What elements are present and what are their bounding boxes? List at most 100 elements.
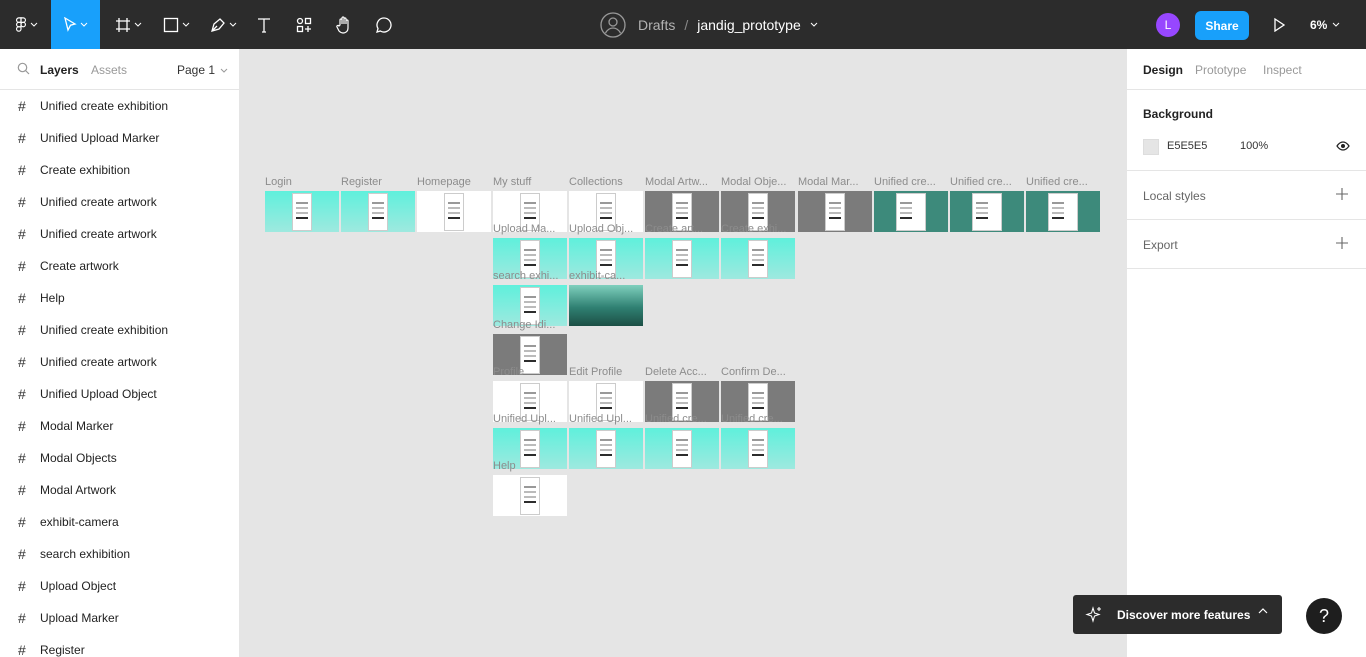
frame-label[interactable]: Profile [493,366,567,378]
chevron-down-icon[interactable] [810,22,818,27]
tab-prototype[interactable]: Prototype [1195,63,1246,77]
frame-label[interactable]: Login [265,176,339,188]
layer-item[interactable]: # Unified create artwork [0,218,239,250]
drafts-link[interactable]: Drafts [638,17,675,33]
resources-tool-button[interactable] [290,0,318,49]
frame-thumbnail[interactable] [721,238,795,279]
frame-label[interactable]: Delete Acc... [645,366,719,378]
layer-item[interactable]: # Unified Upload Marker [0,122,239,154]
tab-design[interactable]: Design [1143,63,1183,77]
tab-inspect[interactable]: Inspect [1263,63,1302,77]
frame-label[interactable]: exhibit-ca... [569,270,643,282]
frame-label[interactable]: Homepage [417,176,491,188]
frame-label[interactable]: Unified cre... [874,176,948,188]
frame-label[interactable]: Unified cre... [645,413,719,425]
move-tool-button[interactable] [51,0,100,49]
chevron-up-icon[interactable] [1258,608,1268,614]
chevron-down-icon [220,68,228,73]
frame-thumbnail[interactable] [341,191,415,232]
frame-label[interactable]: Unified cre... [950,176,1024,188]
frame-tool-button[interactable] [108,0,148,49]
pen-tool-button[interactable] [203,0,243,49]
canvas[interactable]: Login Register Homepage My stuff Collections… [240,49,1126,657]
frame-thumbnail[interactable] [265,191,339,232]
chevron-down-icon [80,22,88,27]
frame-label[interactable]: Edit Profile [569,366,643,378]
layer-item[interactable]: # Modal Artwork [0,474,239,506]
layer-item[interactable]: # Create exhibition [0,154,239,186]
layer-item[interactable]: # Unified create exhibition [0,314,239,346]
layer-item[interactable]: # Modal Objects [0,442,239,474]
zoom-menu[interactable]: 6% [1310,0,1340,49]
tab-layers[interactable]: Layers [40,63,79,77]
page-selector[interactable]: Page 1 [177,63,228,77]
text-tool-button[interactable] [250,0,278,49]
background-section: Background E5E5E5 100% [1127,90,1366,171]
user-avatar[interactable]: L [1156,13,1180,37]
share-button[interactable]: Share [1195,11,1249,40]
frame-thumbnail[interactable] [645,238,719,279]
search-icon[interactable] [17,62,30,75]
frame-label[interactable]: Collections [569,176,643,188]
layer-item[interactable]: # Unified create artwork [0,346,239,378]
layer-item[interactable]: # Upload Marker [0,602,239,634]
discover-features-toast[interactable]: Discover more features [1073,595,1282,634]
background-hex-value[interactable]: E5E5E5 [1167,140,1207,152]
comment-tool-button[interactable] [370,0,398,49]
eye-icon[interactable] [1336,140,1350,152]
frame-label[interactable]: Modal Artw... [645,176,719,188]
frame-hash-icon: # [18,130,26,146]
frame-thumbnail[interactable] [950,191,1024,232]
layer-item[interactable]: # Create artwork [0,250,239,282]
frame-thumbnail[interactable] [798,191,872,232]
frame-label[interactable]: Upload Obj... [569,223,643,235]
frame-thumbnail[interactable] [874,191,948,232]
frame-label[interactable]: Unified Upl... [493,413,567,425]
background-opacity-value[interactable]: 100% [1240,140,1268,152]
frame-label[interactable]: Unified cre... [1026,176,1100,188]
frame-label[interactable]: Unified cre... [721,413,795,425]
frame-label[interactable]: Upload Ma... [493,223,567,235]
frame-thumbnail[interactable] [569,285,643,326]
frame-thumbnail[interactable] [721,428,795,469]
tab-assets[interactable]: Assets [91,63,127,77]
frame-label[interactable]: Modal Obje... [721,176,795,188]
present-button[interactable] [1266,0,1292,49]
frame-label[interactable]: Register [341,176,415,188]
frame-label[interactable]: My stuff [493,176,567,188]
frame-label[interactable]: Create exhi... [721,223,795,235]
layer-item[interactable]: # exhibit-camera [0,506,239,538]
layer-item[interactable]: # Unified Upload Object [0,378,239,410]
right-panel-tabs: Design Prototype Inspect [1127,49,1366,90]
frame-label[interactable]: Change Idi... [493,319,567,331]
layer-item[interactable]: # Unified create artwork [0,186,239,218]
layer-item[interactable]: # search exhibition [0,538,239,570]
frame-label[interactable]: Unified Upl... [569,413,643,425]
layer-item[interactable]: # Register [0,634,239,657]
frame-hash-icon: # [18,642,26,657]
shape-tool-button[interactable] [156,0,196,49]
frame-thumbnail[interactable] [1026,191,1100,232]
frame-label[interactable]: Create art... [645,223,719,235]
hand-tool-button[interactable] [330,0,358,49]
frame-thumbnail[interactable] [493,475,567,516]
main-menu-button[interactable] [8,0,44,49]
plus-icon[interactable] [1336,188,1348,200]
frame-hash-icon: # [18,578,26,594]
frame-label[interactable]: Help [493,460,567,472]
layer-item[interactable]: # Upload Object [0,570,239,602]
layer-item[interactable]: # Modal Marker [0,410,239,442]
frame-label[interactable]: Modal Mar... [798,176,872,188]
frame-thumbnail[interactable] [569,428,643,469]
frame-label[interactable]: Confirm De... [721,366,795,378]
frame-thumbnail[interactable] [645,428,719,469]
layer-item[interactable]: # Unified create exhibition [0,90,239,122]
frame-thumbnail[interactable] [417,191,491,232]
layer-label: Help [40,291,65,305]
frame-label[interactable]: search exhi... [493,270,567,282]
file-name[interactable]: jandig_prototype [697,17,801,33]
help-button[interactable]: ? [1306,598,1342,634]
plus-icon[interactable] [1336,237,1348,249]
background-color-swatch[interactable] [1143,139,1159,155]
layer-item[interactable]: # Help [0,282,239,314]
